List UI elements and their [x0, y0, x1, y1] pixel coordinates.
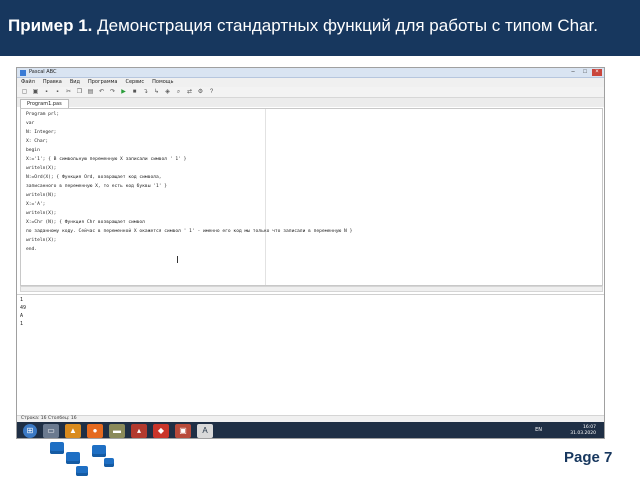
close-icon[interactable]: ×: [592, 69, 602, 76]
toolbar: ▢ ▣ ▪ ▪ ✂ ❐ ▤ ↶ ↷ ▶ ■ ↴ ↳ ◈ ⌕ ⇄ ⚙ ?: [17, 87, 604, 98]
menu-edit[interactable]: Правка: [43, 78, 62, 87]
menu-program[interactable]: Программа: [88, 78, 117, 87]
code-line: Program prl;: [26, 112, 60, 117]
new-file-icon[interactable]: ▢: [21, 89, 28, 96]
code-line: writeln(X);: [26, 166, 57, 171]
slide-header: Пример 1. Демонстрация стандартных функц…: [0, 0, 640, 56]
decorative-cube: [104, 458, 114, 467]
app-icon: [20, 70, 26, 76]
status-bar: Строка: 16 Столбец: 16: [17, 415, 604, 422]
pascal-screenshot: Pascal ABC – □ × Файл Правка Вид Програм…: [16, 67, 605, 439]
code-line: var: [26, 121, 35, 126]
output-line: A: [20, 313, 24, 319]
stop-icon[interactable]: ■: [131, 89, 138, 96]
step-into-icon[interactable]: ↳: [153, 89, 160, 96]
redo-icon[interactable]: ↷: [109, 89, 116, 96]
run-icon[interactable]: ▶: [120, 89, 127, 96]
window-titlebar: Pascal ABC – □ ×: [17, 68, 604, 78]
code-line: end.: [26, 247, 38, 252]
maximize-icon[interactable]: □: [580, 69, 590, 76]
pascal-task-icon[interactable]: A: [197, 424, 213, 438]
code-line: X: Char;: [26, 139, 49, 144]
system-clock[interactable]: 16:07 31.03.2020: [570, 425, 596, 437]
step-over-icon[interactable]: ↴: [142, 89, 149, 96]
minimize-icon[interactable]: –: [568, 69, 578, 76]
decorative-cube: [76, 466, 88, 476]
powerpoint-task-icon[interactable]: ▣: [175, 424, 191, 438]
slide-title-bold: Пример 1.: [8, 16, 93, 35]
editor-tabs: Program1.pas: [17, 98, 604, 108]
undo-icon[interactable]: ↶: [98, 89, 105, 96]
menu-view[interactable]: Вид: [70, 78, 80, 87]
code-line: writeln(N);: [26, 193, 57, 198]
text-caret: [177, 256, 178, 263]
options-icon[interactable]: ⚙: [197, 89, 204, 96]
window-controls: – □ ×: [568, 69, 602, 76]
decorative-cube: [92, 445, 106, 457]
windows-taskbar: ⊞ ▭ ▲ ● ▬ ▴ ◆ ▣ A EN 16:07 31.03.2020: [17, 422, 604, 438]
code-line: writeln(X);: [26, 238, 57, 243]
taskbar-apps: ▭ ▲ ● ▬ ▴ ◆ ▣ A: [43, 424, 213, 438]
code-line: N:=Ord(X); { Функция Ord, возвращает код…: [26, 175, 162, 180]
code-line: по заданному коду. Сейчас в переменной X…: [26, 229, 353, 234]
open-folder-icon[interactable]: ▣: [32, 89, 39, 96]
code-line: X:='A';: [26, 202, 46, 207]
menu-file[interactable]: Файл: [21, 78, 35, 87]
code-line: begin: [26, 148, 40, 153]
menu-bar: Файл Правка Вид Программа Сервис Помощь: [17, 78, 604, 87]
code-line: X:='1'; { В символьную переменную X запи…: [26, 157, 187, 162]
decorative-cube: [66, 452, 80, 464]
keyboard-language[interactable]: EN: [535, 427, 542, 433]
right-margin-line: [265, 109, 266, 285]
start-button-icon[interactable]: ⊞: [23, 424, 37, 438]
folder-task-icon[interactable]: ▬: [109, 424, 125, 438]
firefox-task-icon[interactable]: ●: [87, 424, 103, 438]
editor-horizontal-scrollbar[interactable]: [20, 286, 603, 292]
copy-icon[interactable]: ❐: [76, 89, 83, 96]
code-line: N: Integer;: [26, 130, 57, 135]
slide-title: Пример 1. Демонстрация стандартных функц…: [8, 16, 598, 36]
paste-icon[interactable]: ▤: [87, 89, 94, 96]
tab-program1[interactable]: Program1.pas: [20, 99, 69, 108]
menu-help[interactable]: Помощь: [152, 78, 173, 87]
yandex-task-icon[interactable]: ▲: [65, 424, 81, 438]
output-line: 49: [20, 305, 27, 311]
code-line: X:=Chr (N); { Функция Chr возвращает сим…: [26, 220, 145, 225]
output-line: 1: [20, 297, 24, 303]
window-title: Pascal ABC: [29, 69, 57, 75]
page-number: Page 7: [564, 449, 613, 466]
cut-icon[interactable]: ✂: [65, 89, 72, 96]
explorer-task-icon[interactable]: ▭: [43, 424, 59, 438]
slide-title-rest: Демонстрация стандартных функций для раб…: [92, 16, 598, 35]
help-icon[interactable]: ?: [208, 89, 215, 96]
code-line: записанного в переменную X, то есть код …: [26, 184, 168, 189]
acrobat-task-icon[interactable]: ◆: [153, 424, 169, 438]
pdf-task-icon[interactable]: ▴: [131, 424, 147, 438]
decorative-cube: [50, 442, 64, 454]
code-editor[interactable]: Program prl; var N: Integer; X: Char; be…: [20, 108, 603, 286]
menu-service[interactable]: Сервис: [125, 78, 144, 87]
debug-icon[interactable]: ◈: [164, 89, 171, 96]
save-icon[interactable]: ▪: [43, 89, 50, 96]
replace-icon[interactable]: ⇄: [186, 89, 193, 96]
save-all-icon[interactable]: ▪: [54, 89, 61, 96]
find-icon[interactable]: ⌕: [175, 89, 182, 96]
output-line: 1: [20, 321, 24, 327]
clock-date: 31.03.2020: [570, 431, 596, 436]
code-line: writeln(X);: [26, 211, 57, 216]
output-panel: 1 49 A 1: [17, 294, 604, 416]
